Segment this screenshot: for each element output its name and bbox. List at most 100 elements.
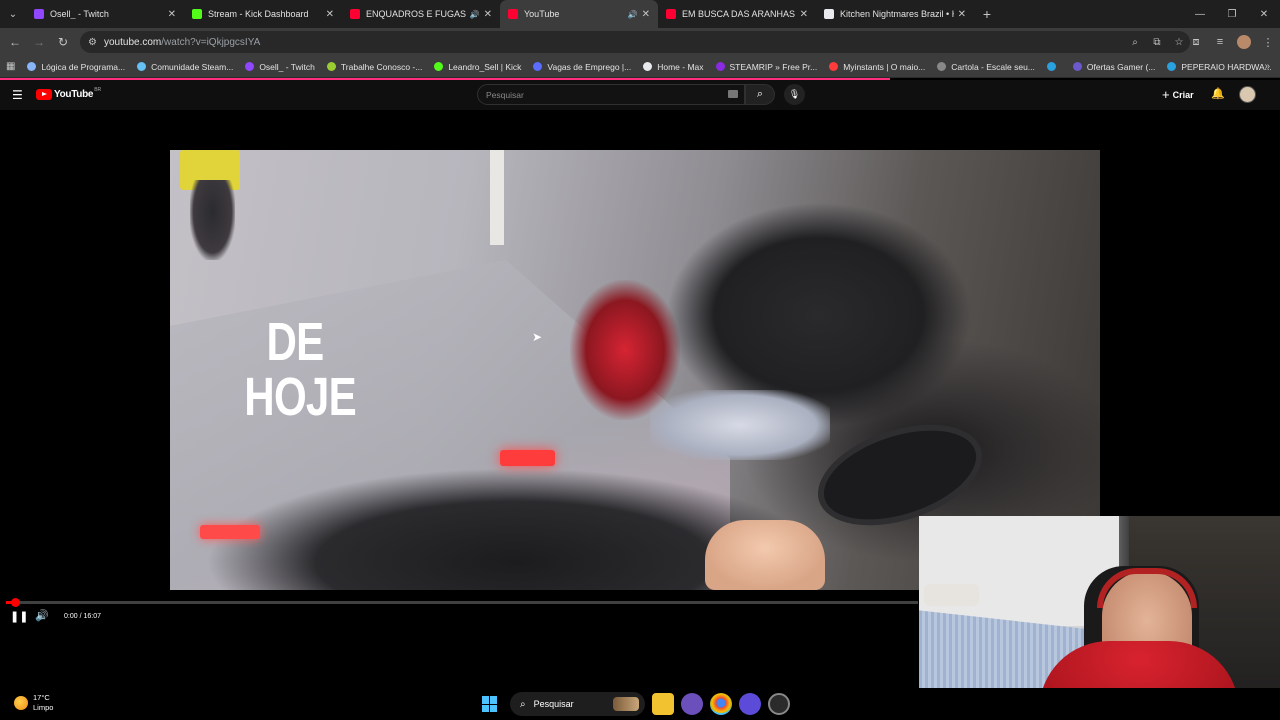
- bookmarks-overflow-icon[interactable]: »: [1264, 61, 1270, 72]
- bookmark-label: Ofertas Gamer (...: [1086, 61, 1156, 72]
- browser-tab[interactable]: Kitchen Nightmares Brazil • HB ✕: [816, 0, 974, 28]
- bookmark-favicon-icon: [245, 62, 255, 71]
- close-window-icon[interactable]: ✕: [1248, 0, 1280, 28]
- tab-close-icon[interactable]: ✕: [484, 9, 492, 20]
- address-bar[interactable]: ⚙ youtube.com/watch?v=iQkjpgcsIYA ⌕ ⧉ ☆: [80, 31, 1190, 53]
- tab-favicon-icon: [824, 9, 834, 19]
- new-tab-button[interactable]: +: [974, 6, 1000, 22]
- windows-taskbar: 17°C Limpo ⌕ Pesquisar: [0, 688, 1280, 720]
- bookmark-item[interactable]: Vagas de Emprego |...: [533, 62, 631, 72]
- bookmark-item[interactable]: Comunidade Steam...: [137, 62, 233, 72]
- media-controls-icon[interactable]: ≡: [1208, 36, 1232, 48]
- pause-icon[interactable]: ❚❚: [10, 610, 28, 623]
- browser-tab-strip: ⌄ Osell_ - Twitch ✕ Stream - Kick Dashboar…: [0, 0, 1280, 28]
- tab-close-icon[interactable]: ✕: [958, 9, 966, 20]
- youtube-search-input[interactable]: Pesquisar: [477, 84, 745, 105]
- bookmark-favicon-icon: [1072, 62, 1082, 71]
- youtube-search-button[interactable]: ⌕: [745, 84, 775, 105]
- tab-close-icon[interactable]: ✕: [168, 9, 176, 20]
- create-button[interactable]: + Criar: [1162, 87, 1194, 102]
- apps-grid-icon[interactable]: ▦: [6, 61, 15, 72]
- tab-audio-icon[interactable]: 🔊: [470, 10, 480, 19]
- browser-tab[interactable]: Stream - Kick Dashboard ✕: [184, 0, 342, 28]
- voice-search-icon[interactable]: 🎙: [784, 84, 805, 105]
- tab-close-icon[interactable]: ✕: [800, 9, 808, 20]
- bookmark-favicon-icon: [643, 62, 653, 71]
- window-controls: — ❐ ✕: [1184, 0, 1280, 28]
- reload-icon[interactable]: ↻: [51, 35, 75, 49]
- tab-close-icon[interactable]: ✕: [642, 9, 650, 20]
- bookmark-label: Cartola - Escale seu...: [951, 61, 1035, 72]
- bookmark-item[interactable]: Home - Max: [643, 62, 704, 72]
- bookmark-label: Osell_ - Twitch: [259, 61, 315, 72]
- bookmark-item[interactable]: Myinstants | O maio...: [829, 62, 925, 72]
- notifications-bell-icon[interactable]: 🔔: [1211, 87, 1225, 100]
- forward-icon[interactable]: →: [27, 35, 51, 49]
- youtube-header: ☰ YouTube BR Pesquisar ⌕ 🎙 + Criar 🔔: [0, 80, 1280, 110]
- bookmark-label: Leandro_Sell | Kick: [448, 61, 522, 72]
- bookmark-item[interactable]: Cartola - Escale seu...: [937, 62, 1035, 72]
- video-pole: [490, 150, 504, 245]
- site-info-icon[interactable]: ⚙: [88, 37, 104, 48]
- chrome-icon[interactable]: [710, 693, 732, 715]
- tab-audio-icon[interactable]: 🔊: [628, 10, 638, 19]
- bookmark-item[interactable]: Leandro_Sell | Kick: [434, 62, 521, 72]
- webcam-pillow: [924, 584, 979, 606]
- discord-icon[interactable]: [739, 693, 761, 715]
- restore-icon[interactable]: ❐: [1216, 0, 1248, 28]
- tab-title: Stream - Kick Dashboard: [208, 9, 309, 19]
- obs-icon[interactable]: [768, 693, 790, 715]
- bookmark-item[interactable]: Lógica de Programa...: [27, 62, 125, 72]
- video-distant-rider: [190, 180, 235, 260]
- bookmark-item[interactable]: Osell_ - Twitch: [245, 62, 315, 72]
- url-text[interactable]: youtube.com/watch?v=iQkjpgcsIYA: [104, 37, 260, 48]
- tab-title: YouTube: [524, 9, 560, 19]
- zoom-icon[interactable]: ⌕: [1124, 37, 1146, 48]
- back-icon[interactable]: ←: [3, 35, 27, 49]
- hamburger-menu-icon[interactable]: ☰: [12, 88, 23, 102]
- browser-tab[interactable]: ENQUADROS E FUGAS DE M🔊 ✕: [342, 0, 500, 28]
- windows-start-icon[interactable]: [482, 696, 498, 712]
- tab-title: Kitchen Nightmares Brazil • HB: [840, 9, 954, 19]
- extensions-icon[interactable]: ⧈: [1184, 36, 1208, 49]
- weather-widget[interactable]: 17°C Limpo: [14, 693, 53, 713]
- browser-tab[interactable]: EM BUSCA DAS ARANHAS TAR ✕: [658, 0, 816, 28]
- minimize-icon[interactable]: —: [1184, 0, 1216, 28]
- bookmark-favicon-icon: [27, 62, 37, 71]
- taskbar-search[interactable]: ⌕ Pesquisar: [510, 692, 645, 716]
- bookmark-item[interactable]: STEAMRIP » Free Pr...: [715, 62, 817, 72]
- install-app-icon[interactable]: ⧉: [1146, 37, 1168, 48]
- tab-title: Osell_ - Twitch: [50, 9, 109, 19]
- weather-sun-icon: [14, 696, 28, 710]
- youtube-logo[interactable]: YouTube BR: [36, 87, 101, 100]
- bookmark-favicon-icon: [1167, 62, 1177, 71]
- volume-icon[interactable]: 🔊: [35, 609, 49, 622]
- bookmark-label: Trabalhe Conosco -...: [340, 61, 423, 72]
- bookmark-item[interactable]: [1046, 62, 1061, 72]
- bookmark-item[interactable]: PEPERAIO HARDWA...: [1167, 62, 1272, 72]
- tab-search-icon[interactable]: ⌄: [0, 0, 26, 28]
- mouse-cursor-icon: ➤: [532, 330, 543, 344]
- search-icon: ⌕: [520, 698, 526, 710]
- browser-tab[interactable]: YouTube 🔊 ✕: [500, 0, 658, 28]
- bookmark-item[interactable]: Trabalhe Conosco -...: [326, 61, 423, 72]
- bookmark-favicon-icon: [829, 62, 839, 71]
- bookmarks-bar: ▦ Lógica de Programa... Comunidade Steam.…: [0, 56, 1280, 78]
- bookmark-favicon-icon: [937, 62, 947, 71]
- account-avatar[interactable]: [1239, 86, 1256, 103]
- tab-favicon-icon: [192, 9, 202, 19]
- browser-tab[interactable]: Osell_ - Twitch ✕: [26, 0, 184, 28]
- youtube-play-icon: [36, 89, 52, 100]
- video-progress-bar[interactable]: [6, 598, 918, 607]
- bookmark-favicon-icon: [137, 62, 147, 71]
- browser-toolbar: ← → ↻ ⚙ youtube.com/watch?v=iQkjpgcsIYA …: [0, 28, 1280, 56]
- file-explorer-icon[interactable]: [652, 693, 674, 715]
- bookmark-favicon-icon: [715, 62, 725, 71]
- app-icon-purple[interactable]: [681, 693, 703, 715]
- bookmark-item[interactable]: Ofertas Gamer (...: [1072, 61, 1156, 72]
- tab-favicon-icon: [666, 9, 676, 19]
- keyboard-icon[interactable]: [728, 90, 738, 98]
- tab-close-icon[interactable]: ✕: [326, 9, 334, 20]
- menu-kebab-icon[interactable]: ⋮: [1256, 36, 1280, 49]
- profile-avatar[interactable]: [1237, 35, 1251, 49]
